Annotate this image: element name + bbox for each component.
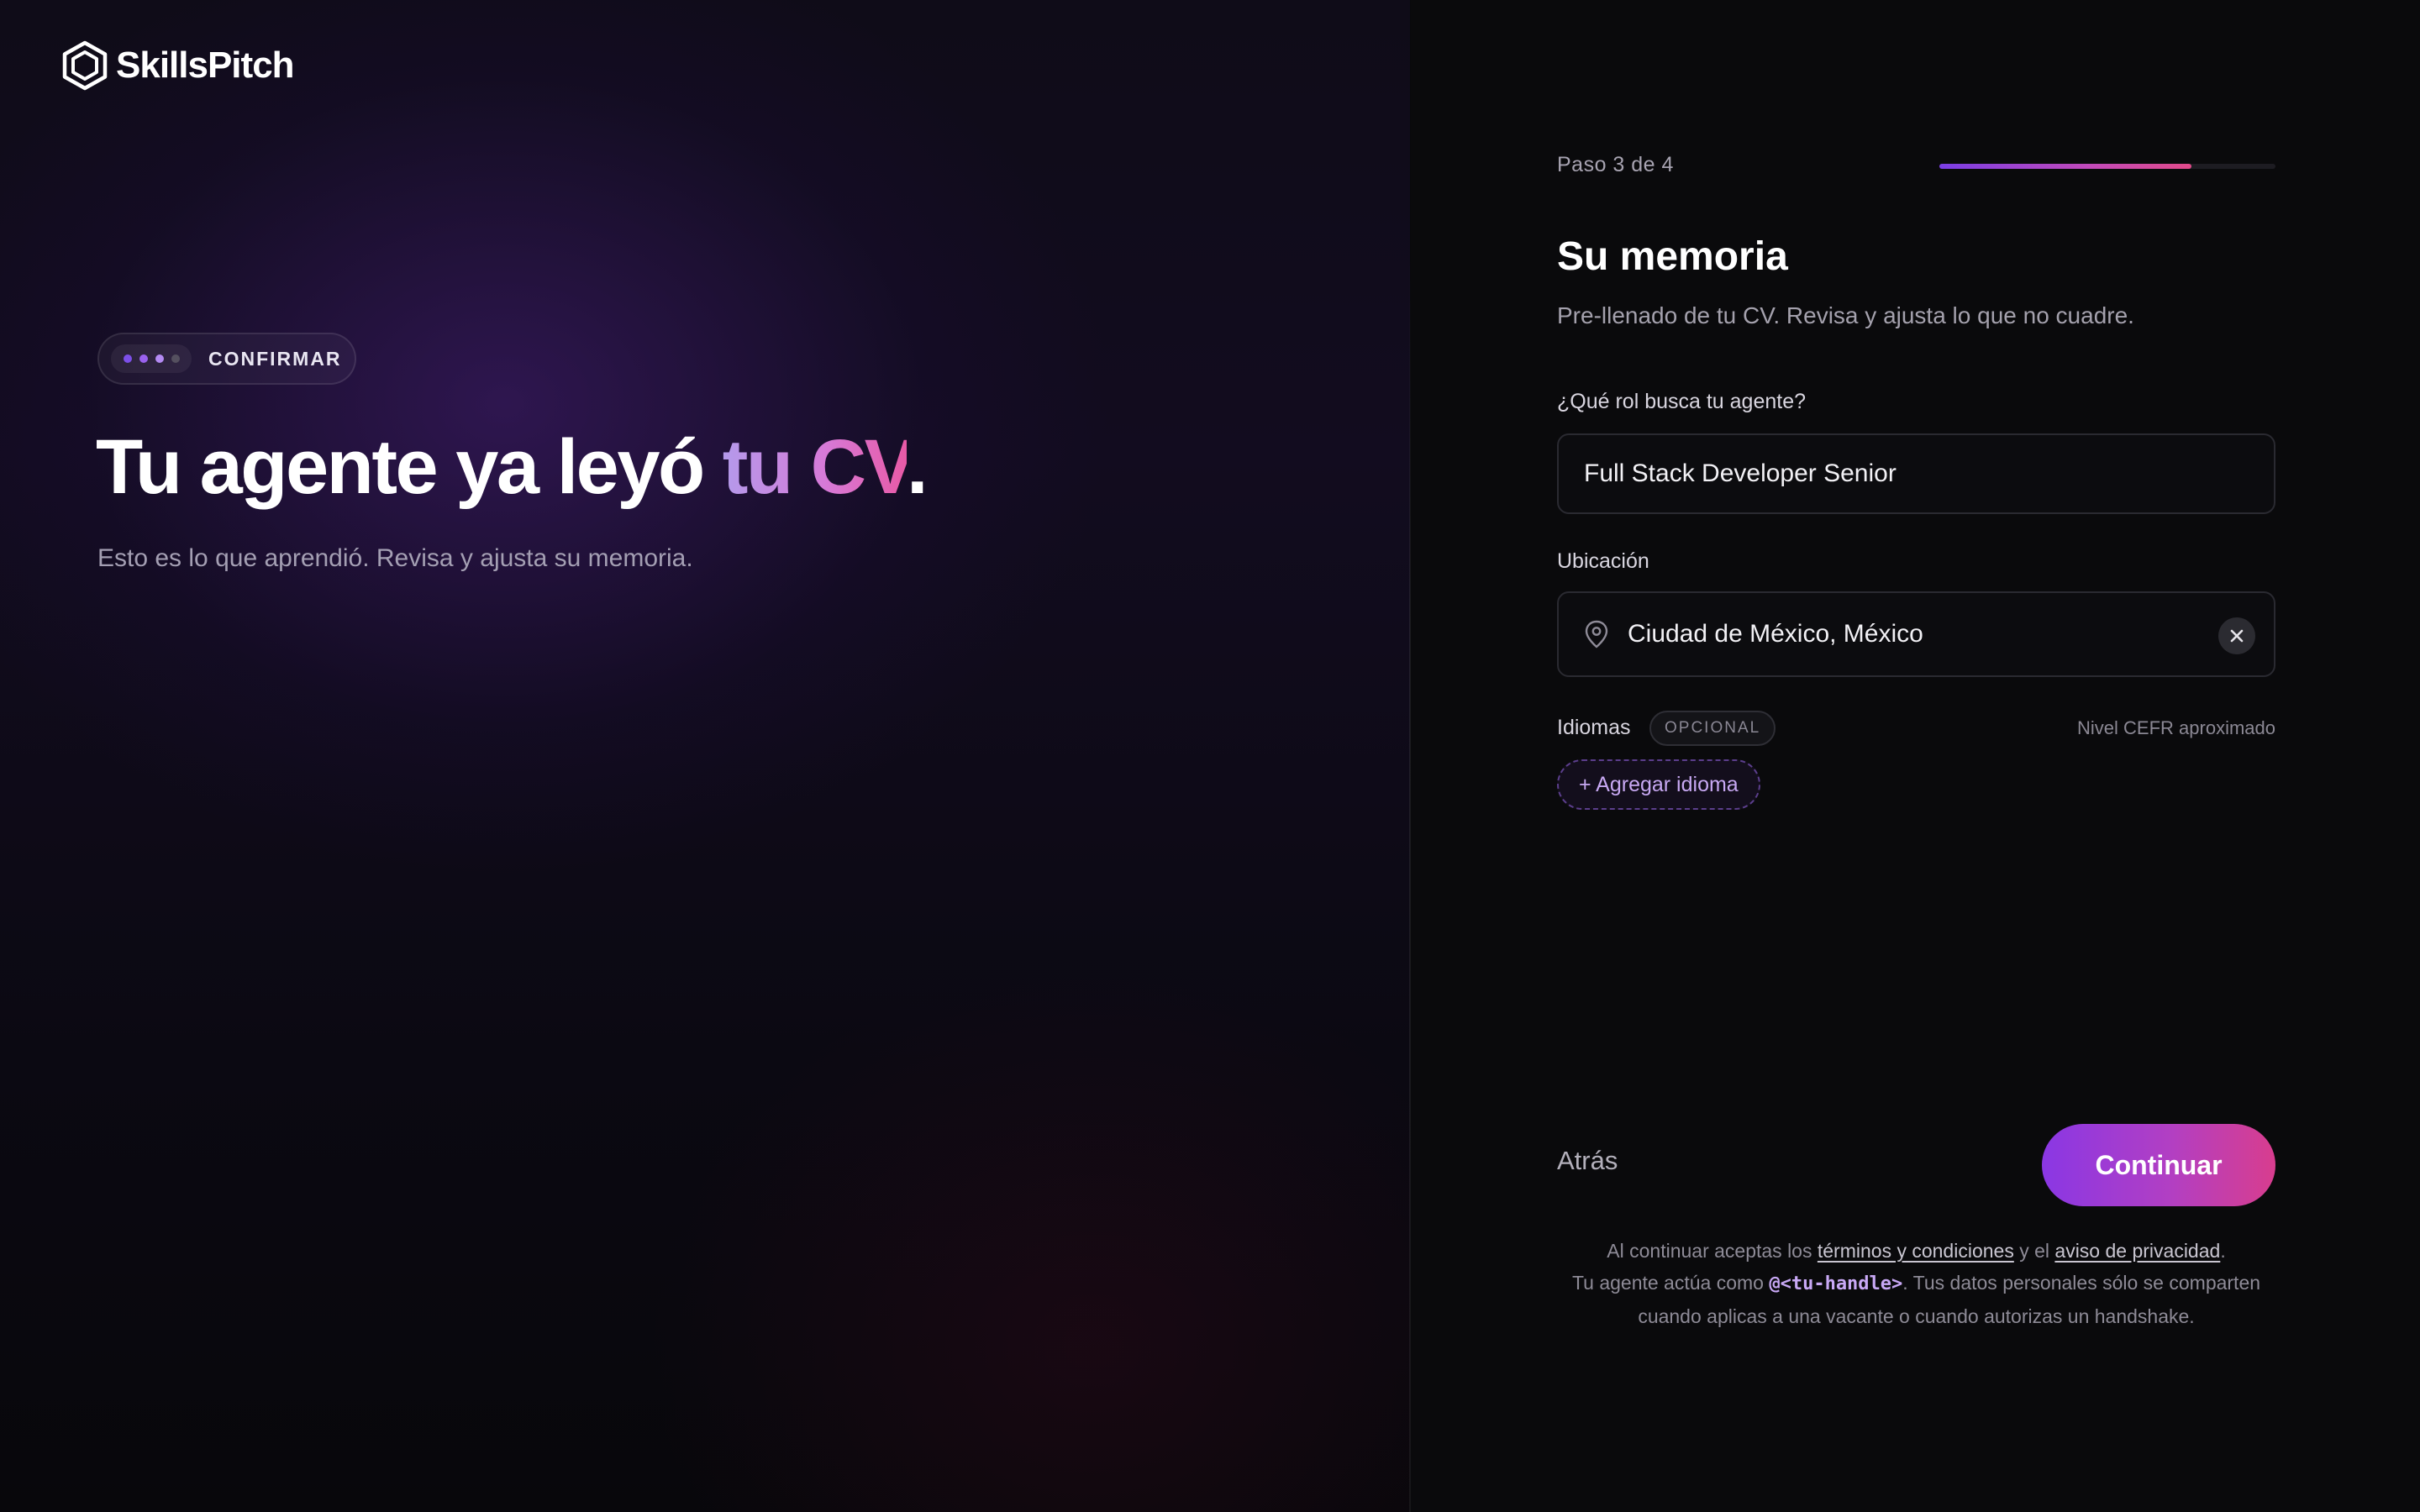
hero-title-end: . bbox=[907, 424, 929, 510]
location-input-value: Ciudad de México, México bbox=[1628, 620, 1923, 648]
languages-label: Idiomas bbox=[1557, 716, 1631, 739]
left-hero-panel bbox=[0, 0, 1410, 1512]
role-field-label: ¿Qué rol busca tu agente? bbox=[1557, 390, 1807, 413]
hero-title-main: Tu agente ya leyó bbox=[96, 424, 723, 510]
progress-bar bbox=[1939, 164, 2275, 169]
form-title: Su memoria bbox=[1557, 234, 1788, 279]
cefr-note: Nivel CEFR aproximado bbox=[2077, 717, 2275, 738]
step-dot bbox=[139, 354, 148, 363]
legal-text: . bbox=[2220, 1240, 2226, 1262]
step-status-badge: CONFIRMAR bbox=[97, 333, 356, 385]
location-field-label: Ubicación bbox=[1557, 549, 1649, 573]
add-language-button[interactable]: + Agregar idioma bbox=[1557, 759, 1760, 810]
hero-title-accent: tu CV bbox=[722, 424, 909, 510]
role-input[interactable]: Full Stack Developer Senior bbox=[1557, 433, 2275, 514]
hexagon-logo-icon bbox=[62, 40, 108, 91]
legal-text: y el bbox=[2013, 1240, 2055, 1262]
location-input[interactable]: Ciudad de México, México bbox=[1557, 591, 2275, 677]
role-input-value: Full Stack Developer Senior bbox=[1584, 459, 1897, 487]
legal-notice: Al continuar aceptas los términos y cond… bbox=[1557, 1235, 2275, 1332]
legal-text: Al continuar aceptas los bbox=[1607, 1240, 1818, 1262]
step-dot bbox=[171, 354, 180, 363]
map-pin-icon bbox=[1585, 620, 1608, 648]
progress-bar-fill bbox=[1939, 164, 2191, 169]
hero-title: Tu agente ya leyó tu CV. bbox=[96, 423, 929, 512]
step-dot bbox=[123, 354, 132, 363]
clear-location-button[interactable] bbox=[2218, 617, 2255, 654]
close-icon bbox=[2230, 629, 2244, 643]
legal-text: Tu agente actúa como bbox=[1571, 1272, 1770, 1294]
step-dot bbox=[155, 354, 164, 363]
languages-header: Idiomas OPCIONAL Nivel CEFR aproximado bbox=[1557, 711, 2275, 748]
brand-logo[interactable]: SkillsPitch bbox=[62, 40, 295, 91]
privacy-link[interactable]: aviso de privacidad bbox=[2054, 1240, 2220, 1262]
step-badge-label: CONFIRMAR bbox=[208, 347, 342, 370]
brand-name: SkillsPitch bbox=[116, 45, 295, 86]
back-button[interactable]: Atrás bbox=[1557, 1146, 1618, 1176]
continue-button[interactable]: Continuar bbox=[2042, 1124, 2275, 1206]
hero-subtitle: Esto es lo que aprendió. Revisa y ajusta… bbox=[97, 544, 693, 572]
optional-badge: OPCIONAL bbox=[1649, 711, 1776, 746]
step-dots bbox=[111, 344, 192, 373]
form-subtitle: Pre-llenado de tu CV. Revisa y ajusta lo… bbox=[1557, 302, 2134, 328]
terms-link[interactable]: términos y condiciones bbox=[1818, 1240, 2014, 1262]
agent-handle: @<tu-handle> bbox=[1769, 1273, 1903, 1294]
